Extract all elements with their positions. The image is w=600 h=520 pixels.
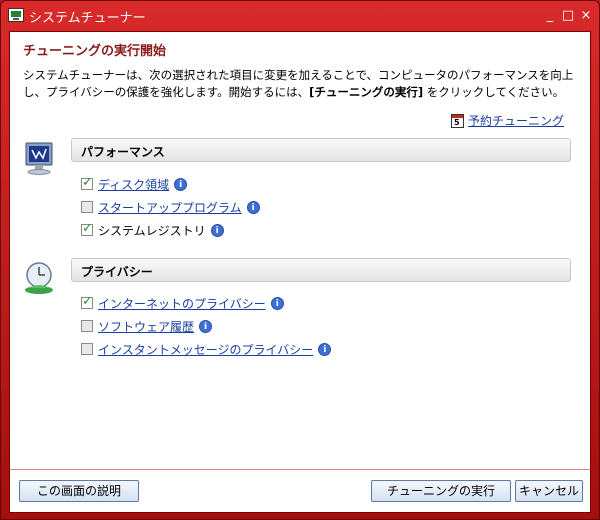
disk-space-checkbox[interactable] xyxy=(81,175,93,190)
internet-privacy-checkbox[interactable] xyxy=(81,294,93,309)
description-bold: [チューニングの実行] xyxy=(309,85,424,99)
app-icon xyxy=(8,8,24,22)
info-icon[interactable]: i xyxy=(270,296,284,310)
privacy-section-title: プライバシー xyxy=(81,265,153,279)
maximize-button[interactable]: □ xyxy=(559,7,577,25)
calendar-icon: 5 xyxy=(450,113,464,128)
schedule-tuning-link[interactable]: 予約チューニング xyxy=(468,112,564,129)
footer-divider xyxy=(10,469,590,470)
list-item-im-privacy[interactable]: インスタントメッセージのプライバシー i xyxy=(81,341,332,358)
list-item-internet-privacy[interactable]: インターネットのプライバシー i xyxy=(81,294,284,312)
startup-programs-link[interactable]: スタートアッププログラム xyxy=(98,199,242,216)
help-button[interactable]: この画面の説明 xyxy=(19,480,139,502)
schedule-tuning[interactable]: 5 予約チューニング xyxy=(450,112,564,129)
description-text: システムチューナーは、次の選択された項目に変更を加えることで、コンピュータのパフ… xyxy=(23,67,583,101)
minimize-button[interactable]: _ xyxy=(541,7,559,25)
client-area: チューニングの実行開始 システムチューナーは、次の選択された項目に変更を加えるこ… xyxy=(9,31,591,513)
list-item-system-registry[interactable]: システムレジストリ i xyxy=(81,221,224,238)
disk-space-link[interactable]: ディスク領域 xyxy=(98,176,169,193)
info-icon[interactable]: i xyxy=(199,319,213,333)
info-icon[interactable]: i xyxy=(210,223,224,237)
run-tuning-button[interactable]: チューニングの実行 xyxy=(371,480,511,502)
info-icon[interactable]: i xyxy=(174,177,188,191)
info-icon[interactable]: i xyxy=(246,200,260,214)
list-item-software-history[interactable]: ソフトウェア履歴 i xyxy=(81,318,213,335)
window-title: システムチューナー xyxy=(29,11,146,26)
info-icon[interactable]: i xyxy=(318,342,332,356)
performance-section-title: パフォーマンス xyxy=(81,145,165,159)
privacy-section-header: プライバシー xyxy=(71,258,571,282)
list-item-disk-space[interactable]: ディスク領域 i xyxy=(81,175,188,193)
privacy-icon xyxy=(25,262,53,294)
close-button[interactable]: × xyxy=(577,7,595,25)
software-history-checkbox[interactable] xyxy=(81,320,93,332)
im-privacy-checkbox[interactable] xyxy=(81,343,93,355)
system-registry-checkbox[interactable] xyxy=(81,221,93,236)
tuner-window: システムチューナー _ □ × チューニングの実行開始 システムチューナーは、次… xyxy=(0,0,600,520)
performance-section-header: パフォーマンス xyxy=(71,138,571,162)
im-privacy-link[interactable]: インスタントメッセージのプライバシー xyxy=(98,341,313,358)
description-part2: をクリックしてください。 xyxy=(423,85,565,99)
calendar-icon-day: 5 xyxy=(453,117,460,127)
software-history-link[interactable]: ソフトウェア履歴 xyxy=(98,318,194,335)
internet-privacy-link[interactable]: インターネットのプライバシー xyxy=(98,295,266,312)
list-item-startup-programs[interactable]: スタートアッププログラム i xyxy=(81,199,260,215)
startup-programs-checkbox[interactable] xyxy=(81,201,93,213)
monitor-icon xyxy=(25,142,53,175)
system-registry-label: システムレジストリ xyxy=(98,223,206,238)
page-title: チューニングの実行開始 xyxy=(23,44,167,59)
cancel-button[interactable]: キャンセル xyxy=(515,480,583,502)
title-bar[interactable]: システムチューナー _ □ × xyxy=(1,1,599,31)
